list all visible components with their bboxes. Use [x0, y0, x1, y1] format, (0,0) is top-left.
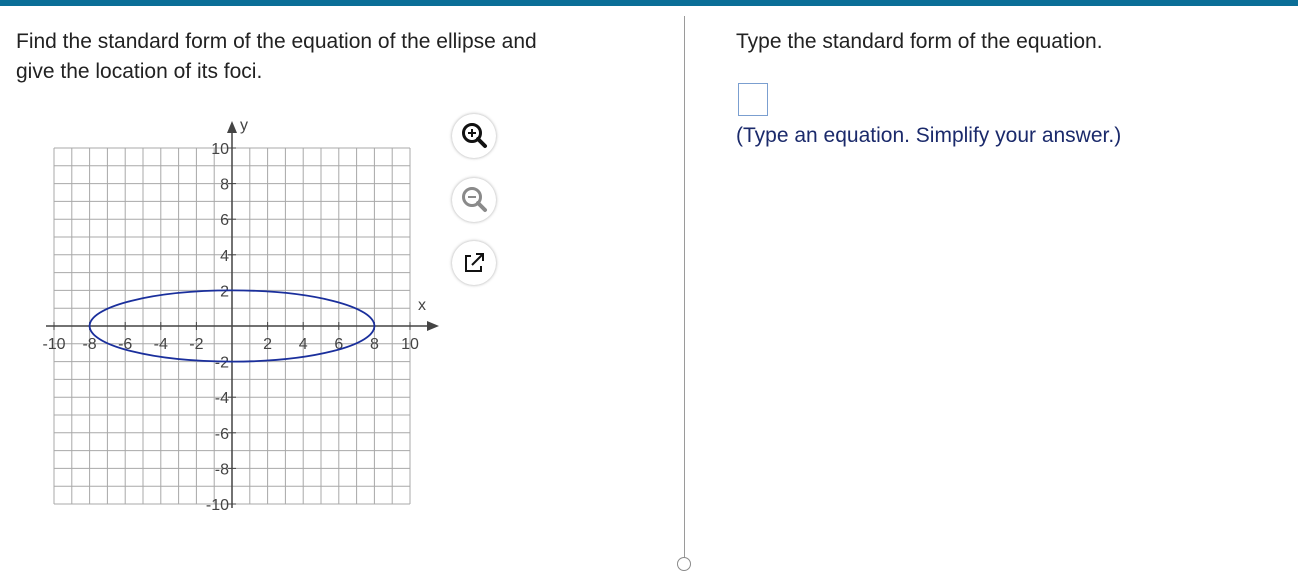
- x-tick-label: -8: [82, 336, 96, 353]
- magnifier-plus-icon: [462, 123, 487, 148]
- zoom-out-button[interactable]: [452, 178, 496, 222]
- magnifier-minus-icon: [462, 187, 487, 212]
- y-tick-label: -2: [215, 355, 229, 372]
- popout-graph-button[interactable]: [452, 241, 496, 285]
- zoom-in-button[interactable]: [452, 114, 496, 158]
- x-tick-label: 2: [263, 336, 272, 353]
- y-tick-label: -10: [206, 497, 229, 514]
- panel-divider[interactable]: [684, 16, 685, 561]
- divider-drag-handle[interactable]: [677, 557, 691, 571]
- axes: [46, 121, 439, 508]
- x-tick-label: -4: [154, 336, 168, 353]
- ellipse-graph: xy-10 -8 -6 -4 -2 2 4 6 8 10-10-8-6-4-2246810: [42, 117, 439, 514]
- y-tick-label: 8: [220, 177, 229, 194]
- answer-instruction: Type the standard form of the equation.: [736, 30, 1103, 53]
- y-tick-label: 2: [220, 283, 229, 300]
- x-tick-label: -10: [42, 336, 65, 353]
- external-link-icon: [465, 253, 484, 272]
- x-tick-label: 4: [299, 336, 308, 353]
- x-axis-label: x: [418, 297, 426, 314]
- y-tick-label: -8: [215, 461, 229, 478]
- x-tick-label: 10: [401, 336, 419, 353]
- x-tick-label: 8: [370, 336, 379, 353]
- y-axis-label: y: [240, 117, 248, 134]
- y-tick-label: 4: [220, 248, 229, 265]
- x-tick-label: -2: [189, 336, 203, 353]
- y-tick-label: 10: [211, 141, 229, 158]
- y-tick-label: -4: [215, 390, 229, 407]
- x-axis-arrow: [427, 321, 439, 331]
- y-tick-label: 6: [220, 212, 229, 229]
- answer-hint: (Type an equation. Simplify your answer.…: [736, 124, 1122, 147]
- y-axis-arrow: [227, 121, 237, 133]
- y-tick-label: -6: [215, 426, 229, 443]
- equation-answer-input[interactable]: [738, 83, 768, 116]
